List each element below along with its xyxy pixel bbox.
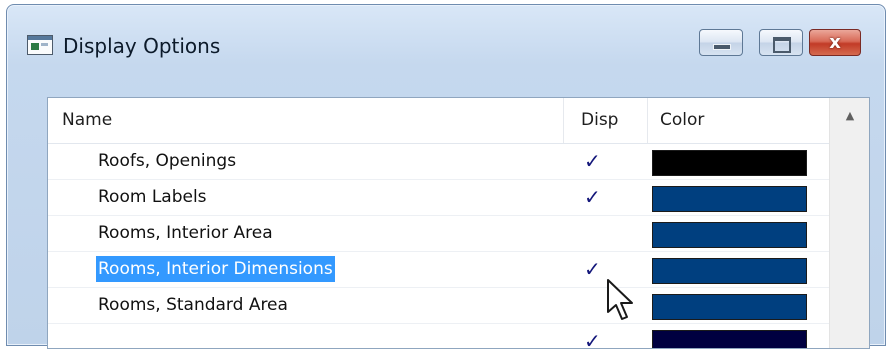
- column-header-color[interactable]: Color: [648, 98, 829, 143]
- chevron-up-icon: ▲: [845, 109, 855, 122]
- vertical-scrollbar[interactable]: ▲: [829, 98, 869, 348]
- list-item[interactable]: Room Labels ✓: [48, 180, 829, 216]
- display-options-list[interactable]: Name Disp Color Roofs, Openings ✓ Room Lab…: [47, 97, 870, 349]
- item-name: Rooms, Interior Area: [98, 223, 273, 243]
- column-header-name[interactable]: Name: [48, 98, 564, 143]
- scroll-up-button[interactable]: ▲: [830, 98, 869, 134]
- list-item[interactable]: Rooms, Interior Area: [48, 216, 829, 252]
- maximize-button[interactable]: [759, 29, 803, 56]
- color-swatch[interactable]: [652, 150, 807, 176]
- list-item[interactable]: Rooms, Standard Area: [48, 288, 829, 324]
- window-title: Display Options: [63, 34, 221, 58]
- list-item[interactable]: Rooms, Interior Dimensions ✓: [48, 252, 829, 288]
- list-header: Name Disp Color: [48, 98, 829, 144]
- mouse-pointer-icon: [607, 279, 633, 320]
- display-checkbox[interactable]: ✓: [584, 146, 601, 176]
- close-icon: x: [829, 32, 841, 53]
- color-swatch[interactable]: [652, 222, 807, 248]
- list-item[interactable]: ✓: [48, 324, 829, 348]
- item-name: Rooms, Interior Dimensions: [96, 256, 335, 282]
- display-checkbox[interactable]: ✓: [584, 326, 601, 348]
- item-name: Roofs, Openings: [98, 151, 237, 171]
- color-swatch[interactable]: [652, 186, 807, 212]
- item-name: Room Labels: [98, 187, 207, 207]
- list-rows: Roofs, Openings ✓ Room Labels ✓ Rooms, Inter…: [48, 144, 829, 348]
- minimize-icon: [713, 44, 731, 50]
- minimize-button[interactable]: [699, 29, 743, 56]
- color-swatch[interactable]: [652, 294, 807, 320]
- item-name: Rooms, Standard Area: [98, 295, 288, 315]
- caption-buttons: x: [697, 29, 861, 59]
- title-bar[interactable]: Display Options x: [7, 5, 885, 79]
- column-header-disp[interactable]: Disp: [564, 98, 648, 143]
- maximize-icon: [773, 37, 791, 53]
- item-name: [96, 328, 100, 348]
- close-button[interactable]: x: [809, 29, 861, 56]
- color-swatch[interactable]: [652, 330, 807, 348]
- color-swatch[interactable]: [652, 258, 807, 284]
- display-options-window: Display Options x Name Disp Color Roofs,…: [6, 4, 886, 349]
- display-checkbox[interactable]: ✓: [584, 182, 601, 212]
- app-window-icon: [27, 35, 53, 55]
- list-item[interactable]: Roofs, Openings ✓: [48, 144, 829, 180]
- display-checkbox[interactable]: ✓: [584, 254, 601, 284]
